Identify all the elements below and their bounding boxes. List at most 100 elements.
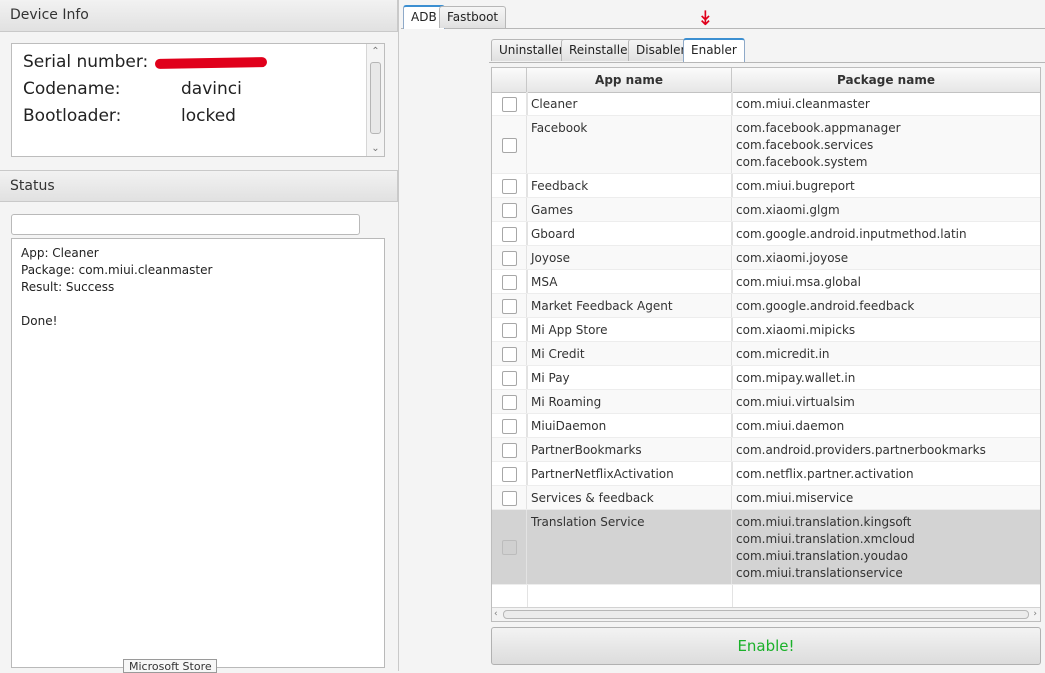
row-checkbox[interactable] — [502, 540, 517, 555]
package-name-cell: com.xiaomi.glgm — [732, 198, 1040, 221]
package-name: com.micredit.in — [736, 347, 830, 361]
package-name: com.miui.bugreport — [736, 179, 855, 193]
app-name: Mi Pay — [531, 371, 570, 385]
select-cell — [492, 414, 527, 437]
package-name-cell: com.xiaomi.mipicks — [732, 318, 1040, 341]
table-row[interactable]: Cleaner com.miui.cleanmaster — [492, 92, 1040, 116]
chevron-right-icon[interactable]: › — [1033, 608, 1037, 621]
app-name-cell: Mi Pay — [527, 366, 732, 389]
package-name-cell: com.miui.msa.global — [732, 270, 1040, 293]
device-info-scrollbar[interactable]: ⌃ ⌄ — [366, 44, 384, 156]
bootloader-label: Bootloader: — [23, 106, 122, 126]
scrollbar-thumb[interactable] — [503, 610, 1029, 619]
table-row[interactable]: Gboard com.google.android.inputmethod.lat… — [492, 222, 1040, 246]
package-name: com.miui.msa.global — [736, 275, 861, 289]
table-row[interactable]: Mi App Store com.xiaomi.mipicks — [492, 318, 1040, 342]
chevron-down-icon[interactable]: ⌄ — [367, 143, 384, 154]
table-row[interactable]: PartnerBookmarks com.android.providers.pa… — [492, 438, 1040, 462]
tab-enabler[interactable]: Enabler — [683, 38, 745, 62]
row-checkbox[interactable] — [502, 467, 517, 482]
chevron-up-icon[interactable]: ⌃ — [367, 46, 384, 57]
package-name: com.google.android.feedback — [736, 299, 915, 313]
log-line: Package: com.miui.cleanmaster — [21, 263, 213, 277]
table-row[interactable]: PartnerNetflixActivation com.netflix.part… — [492, 462, 1040, 486]
row-checkbox[interactable] — [502, 299, 517, 314]
row-checkbox[interactable] — [502, 179, 517, 194]
tab-uninstaller[interactable]: Uninstaller — [491, 39, 572, 61]
app-name: Gboard — [531, 227, 575, 241]
app-name: MSA — [531, 275, 558, 289]
chevron-left-icon[interactable]: ‹ — [494, 608, 498, 621]
package-name-header[interactable]: Package name — [732, 68, 1040, 92]
row-checkbox[interactable] — [502, 395, 517, 410]
enable-button[interactable]: Enable! — [491, 627, 1041, 665]
package-name-cell: com.miui.daemon — [732, 414, 1040, 437]
app-name: Facebook — [531, 121, 588, 135]
tab-fastboot[interactable]: Fastboot — [439, 6, 507, 28]
app-name-cell: MSA — [527, 270, 732, 293]
package-name-cell: com.miui.translation.kingsoft com.miui.tr… — [732, 510, 1040, 584]
app-name-cell: Feedback — [527, 174, 732, 197]
app-name-cell: Games — [527, 198, 732, 221]
log-line: Result: Success — [21, 280, 115, 294]
table-row[interactable]: Games com.xiaomi.glgm — [492, 198, 1040, 222]
table-row[interactable]: Joyose com.xiaomi.joyose — [492, 246, 1040, 270]
app-name: Games — [531, 203, 573, 217]
table-row[interactable]: Mi Roaming com.miui.virtualsim — [492, 390, 1040, 414]
device-info-header: Device Info — [0, 0, 398, 32]
select-cell — [492, 366, 527, 389]
select-cell — [492, 486, 527, 509]
pane-divider[interactable] — [398, 0, 399, 671]
table-row[interactable]: Services & feedback com.miui.miservice — [492, 486, 1040, 510]
annotation-arrow: ↡ — [697, 6, 714, 30]
row-checkbox[interactable] — [502, 323, 517, 338]
select-cell — [492, 270, 527, 293]
package-name-cell: com.xiaomi.joyose — [732, 246, 1040, 269]
package-name: com.miui.translation.xmcloud — [736, 532, 915, 546]
status-title: Status — [10, 178, 55, 194]
table-row[interactable]: Market Feedback Agent com.google.android.… — [492, 294, 1040, 318]
status-log[interactable]: App: Cleaner Package: com.miui.cleanmast… — [11, 238, 385, 668]
app-name-header[interactable]: App name — [527, 68, 732, 92]
table-horizontal-scrollbar[interactable]: ‹ › — [492, 607, 1040, 621]
table-row[interactable]: MSA com.miui.msa.global — [492, 270, 1040, 294]
package-name: com.miui.daemon — [736, 419, 845, 433]
select-column-header[interactable] — [492, 68, 527, 92]
sub-tab-strip — [489, 62, 1045, 63]
app-name-cell: PartnerNetflixActivation — [527, 462, 732, 485]
app-name: PartnerNetflixActivation — [531, 467, 674, 481]
row-checkbox[interactable] — [502, 347, 517, 362]
select-cell — [492, 294, 527, 317]
package-name: com.facebook.appmanager — [736, 121, 901, 135]
log-line: Done! — [21, 314, 58, 328]
package-name-cell: com.netflix.partner.activation — [732, 462, 1040, 485]
package-name: com.android.providers.partnerbookmarks — [736, 443, 986, 457]
row-checkbox[interactable] — [502, 275, 517, 290]
row-checkbox[interactable] — [502, 138, 517, 153]
package-name-cell: com.mipay.wallet.in — [732, 366, 1040, 389]
table-row[interactable]: Mi Credit com.micredit.in — [492, 342, 1040, 366]
scrollbar-thumb[interactable] — [370, 62, 381, 134]
table-row[interactable]: Translation Service com.miui.translation.… — [492, 510, 1040, 585]
row-checkbox[interactable] — [502, 443, 517, 458]
app-name: Services & feedback — [531, 491, 654, 505]
row-checkbox[interactable] — [502, 203, 517, 218]
package-name: com.mipay.wallet.in — [736, 371, 856, 385]
table-row[interactable]: Facebook com.facebook.appmanager com.faceb… — [492, 116, 1040, 174]
row-checkbox[interactable] — [502, 371, 517, 386]
package-name-cell: com.micredit.in — [732, 342, 1040, 365]
table-row[interactable]: Feedback com.miui.bugreport — [492, 174, 1040, 198]
package-name-cell: com.google.android.feedback — [732, 294, 1040, 317]
table-row[interactable]: MiuiDaemon com.miui.daemon — [492, 414, 1040, 438]
package-name-cell: com.miui.miservice — [732, 486, 1040, 509]
row-checkbox[interactable] — [502, 419, 517, 434]
app-name-cell: MiuiDaemon — [527, 414, 732, 437]
row-checkbox[interactable] — [502, 227, 517, 242]
select-cell — [492, 198, 527, 221]
app-name-cell: Joyose — [527, 246, 732, 269]
table-row[interactable]: Mi Pay com.mipay.wallet.in — [492, 366, 1040, 390]
row-checkbox[interactable] — [502, 491, 517, 506]
row-checkbox[interactable] — [502, 97, 517, 112]
select-cell — [492, 510, 527, 584]
row-checkbox[interactable] — [502, 251, 517, 266]
